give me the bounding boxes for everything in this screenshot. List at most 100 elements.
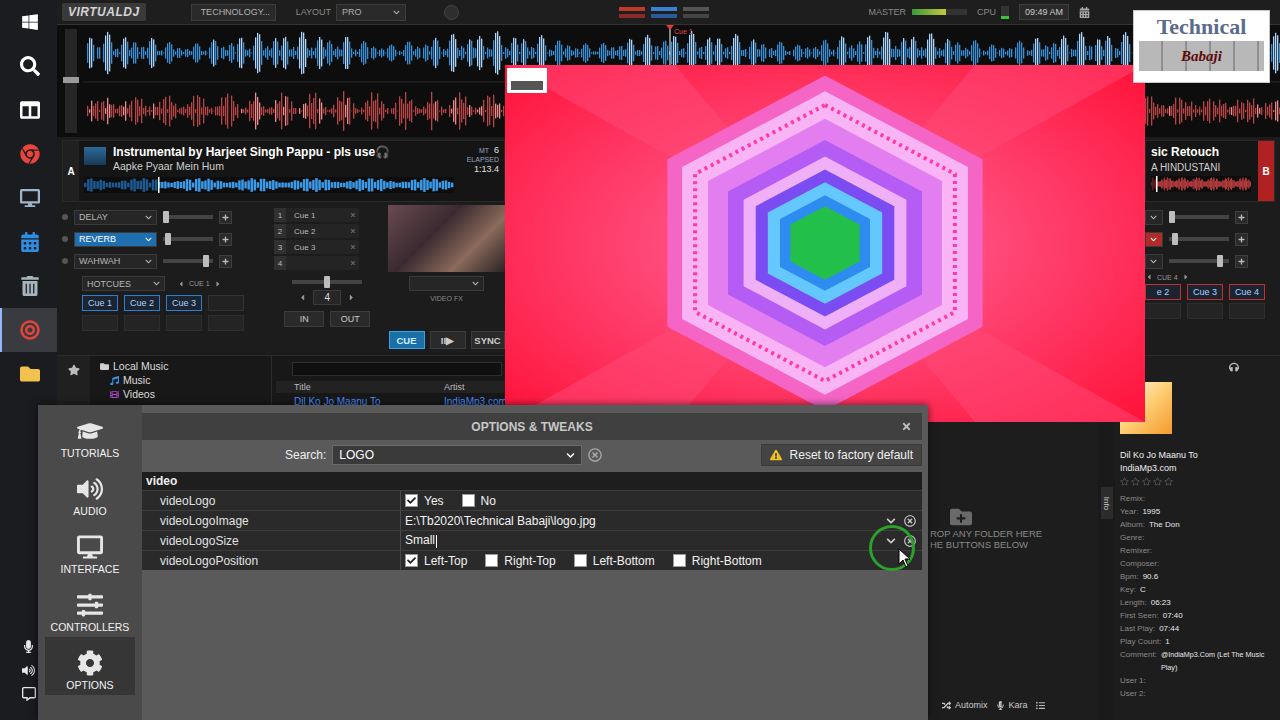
- rating-stars[interactable]: [1120, 477, 1275, 486]
- taskbar-item[interactable]: [0, 352, 57, 396]
- tray-item[interactable]: [22, 686, 36, 702]
- setting-value[interactable]: E:\Tb2020\Technical Babaji\logo.jpg: [400, 511, 922, 530]
- loop-out-button[interactable]: OUT: [330, 311, 370, 327]
- automix-button[interactable]: Automix: [942, 700, 988, 710]
- track-overview[interactable]: [84, 177, 454, 193]
- sidebar-item[interactable]: INTERFACE: [45, 521, 135, 579]
- pad-button[interactable]: [82, 315, 118, 331]
- fx-slider[interactable]: [292, 280, 362, 284]
- browser-search[interactable]: [292, 362, 502, 376]
- sidebar-item[interactable]: TUTORIALS: [45, 405, 135, 463]
- slider-thumb[interactable]: [165, 233, 171, 245]
- setting-option[interactable]: Yes: [405, 494, 444, 508]
- checkbox[interactable]: [673, 554, 686, 567]
- taskbar-item[interactable]: [0, 220, 57, 264]
- search-clear-button[interactable]: [588, 448, 602, 462]
- checkbox[interactable]: [574, 554, 587, 567]
- list-icon[interactable]: [1036, 701, 1045, 710]
- fx-slider[interactable]: [163, 237, 213, 241]
- setting-value[interactable]: Small: [400, 531, 922, 550]
- layout-select[interactable]: PRO: [336, 4, 406, 21]
- fx-plus-button[interactable]: [219, 233, 232, 246]
- fx-slider[interactable]: [1169, 215, 1229, 219]
- slider-thumb[interactable]: [1169, 211, 1175, 223]
- checkbox[interactable]: [462, 494, 475, 507]
- calendar-button[interactable]: [1079, 7, 1090, 18]
- caret-right-icon[interactable]: [347, 293, 356, 302]
- pad-button[interactable]: Cue 3: [1187, 284, 1223, 300]
- sidebar-item[interactable]: AUDIO: [45, 463, 135, 521]
- setting-option[interactable]: Left-Top: [405, 554, 467, 568]
- taskbar-item[interactable]: [0, 132, 57, 176]
- slider-thumb[interactable]: [324, 276, 330, 288]
- fx-slider[interactable]: [163, 215, 213, 219]
- pads-mode-select[interactable]: HOTCUES: [82, 276, 165, 291]
- checkbox[interactable]: [405, 494, 418, 507]
- setting-option[interactable]: Left-Bottom: [574, 554, 655, 568]
- clear-icon[interactable]: [904, 515, 916, 527]
- setting-option[interactable]: Right-Top: [485, 554, 555, 568]
- slider-thumb[interactable]: [163, 211, 169, 223]
- checkbox[interactable]: [485, 554, 498, 567]
- chevron-down-icon[interactable]: [886, 536, 896, 546]
- fx-select[interactable]: [1145, 232, 1163, 247]
- slider-thumb[interactable]: [1172, 233, 1178, 245]
- fx-plus-button[interactable]: [1235, 233, 1248, 246]
- pad-button[interactable]: [208, 315, 244, 331]
- fx-select[interactable]: REVERB: [74, 232, 157, 247]
- taskbar-item[interactable]: [0, 0, 57, 44]
- pad-button[interactable]: Cue 1: [82, 295, 118, 311]
- hotcue-row[interactable]: 2Cue 2: [274, 224, 359, 238]
- reset-button[interactable]: Reset to factory default: [761, 444, 922, 466]
- sidebar-item[interactable]: CONTROLLERS: [45, 579, 135, 637]
- sync-button[interactable]: SYNC: [471, 331, 505, 349]
- fx-plus-button[interactable]: [219, 255, 232, 268]
- setting-option[interactable]: No: [462, 494, 496, 508]
- pad-button[interactable]: [1229, 303, 1265, 319]
- fx-select[interactable]: WAHWAH: [74, 254, 157, 269]
- fx-slider[interactable]: [1169, 237, 1229, 241]
- checkbox[interactable]: [405, 554, 418, 567]
- taskbar-item[interactable]: [0, 264, 57, 308]
- hotcue-row[interactable]: 1Cue 1: [274, 208, 359, 222]
- sidebar-item[interactable]: OPTIONS: [45, 637, 135, 695]
- loop-length[interactable]: 4: [313, 290, 341, 305]
- column-header[interactable]: Title: [294, 382, 444, 392]
- pad-button[interactable]: Cue 3: [166, 295, 202, 311]
- pad-button[interactable]: Cue 4: [1229, 284, 1265, 300]
- setting-value[interactable]: Yes No: [400, 491, 922, 510]
- fx-select[interactable]: [1145, 210, 1163, 225]
- setting-option[interactable]: Right-Bottom: [673, 554, 762, 568]
- fx-slider[interactable]: [163, 259, 213, 263]
- hotcue-row[interactable]: 4: [274, 256, 359, 270]
- play-pause-button[interactable]: II▶: [430, 331, 466, 349]
- pad-button[interactable]: [1145, 303, 1181, 319]
- tray-item[interactable]: [22, 662, 35, 678]
- pad-button[interactable]: [124, 315, 160, 331]
- karaoke-button[interactable]: Kara: [996, 700, 1028, 710]
- pad-button[interactable]: [166, 315, 202, 331]
- track-overview[interactable]: [1151, 176, 1251, 192]
- fx-plus-button[interactable]: [1235, 211, 1248, 224]
- setting-value[interactable]: Left-Top Right-Top Left-Bottom Right-Bottom: [400, 551, 922, 570]
- slider-thumb[interactable]: [1217, 255, 1223, 267]
- taskbar-item[interactable]: [0, 88, 57, 132]
- search-input[interactable]: LOGO: [332, 445, 582, 465]
- sidebar-item[interactable]: [45, 695, 135, 720]
- tray-item[interactable]: [22, 638, 35, 654]
- pad-button[interactable]: Cue 2: [124, 295, 160, 311]
- cue-marker[interactable]: Cue 1: [674, 28, 693, 35]
- skin-select[interactable]: TECHNOLOGY...: [191, 4, 276, 21]
- star-icon[interactable]: [68, 364, 80, 376]
- close-button[interactable]: [901, 421, 912, 432]
- tree-item[interactable]: Music: [96, 374, 267, 386]
- tree-item[interactable]: Local Music: [96, 360, 267, 372]
- pad-button[interactable]: [1187, 303, 1223, 319]
- pads-page-nav[interactable]: CUE 4: [1145, 273, 1275, 281]
- fx-plus-button[interactable]: [219, 211, 232, 224]
- fx-select[interactable]: [1145, 254, 1163, 269]
- chevron-down-icon[interactable]: [886, 516, 896, 526]
- taskbar-item[interactable]: [0, 44, 57, 88]
- taskbar-item[interactable]: [0, 176, 57, 220]
- fx-plus-button[interactable]: [1235, 255, 1248, 268]
